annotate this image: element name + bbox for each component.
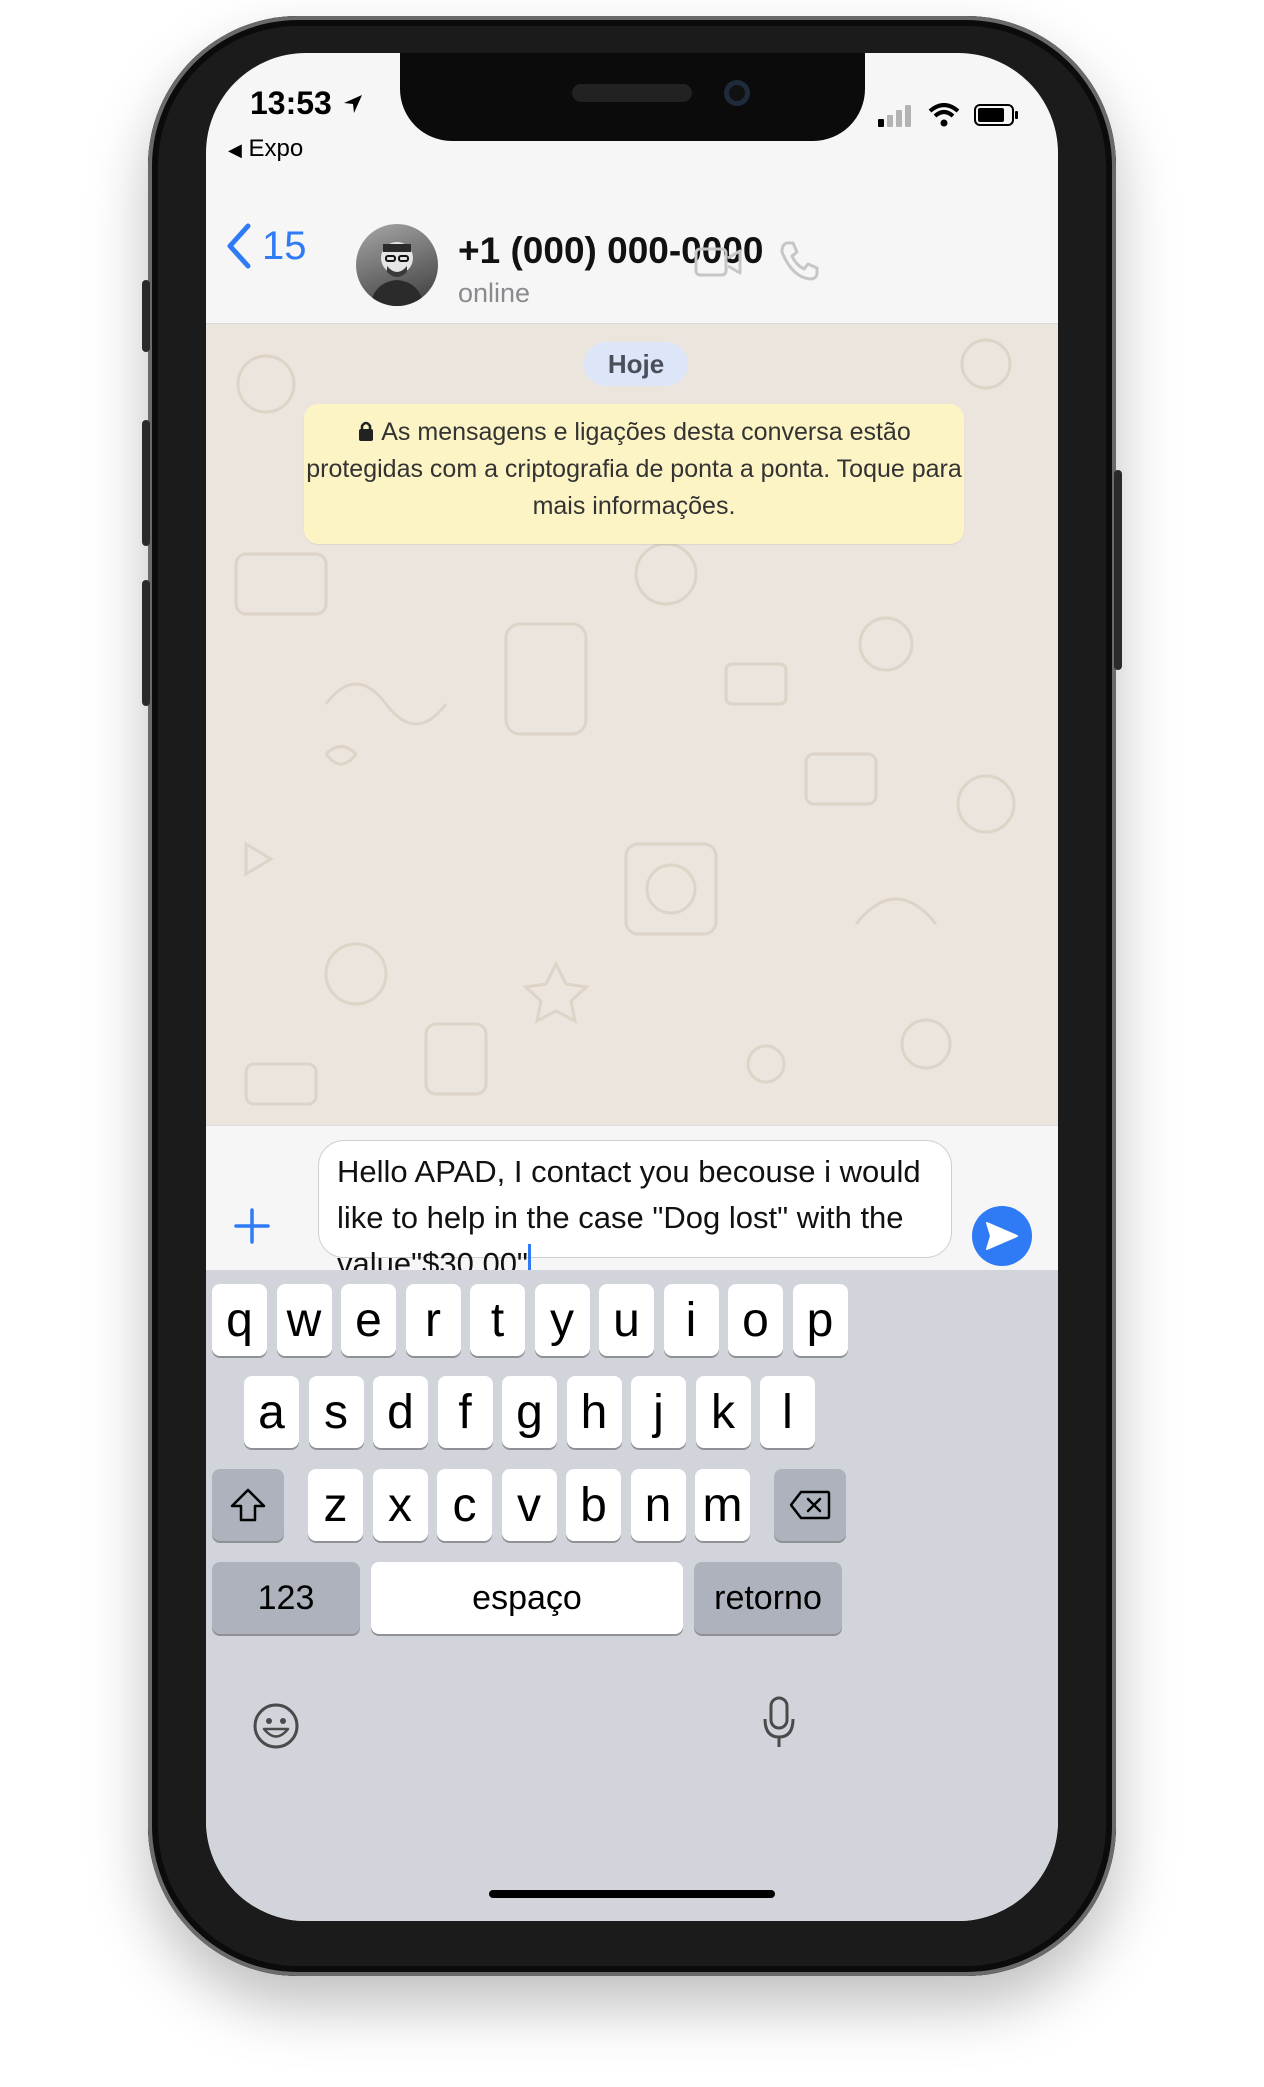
space-key[interactable]: espaço: [371, 1562, 683, 1634]
wifi-icon: [928, 103, 960, 127]
avatar-person-icon: [370, 242, 424, 306]
message-input[interactable]: Hello APAD, I contact you becouse i woul…: [318, 1140, 952, 1281]
volume-down-button: [142, 580, 150, 706]
key-j[interactable]: j: [631, 1376, 686, 1448]
plus-icon[interactable]: [234, 1208, 270, 1244]
composer-bar: Hello APAD, I contact you becouse i woul…: [206, 1125, 1058, 1281]
status-time: 13:53: [250, 85, 365, 122]
silent-switch: [142, 280, 150, 352]
contact-avatar[interactable]: [356, 224, 438, 306]
key-i[interactable]: i: [663, 1284, 719, 1356]
key-c[interactable]: c: [437, 1469, 492, 1541]
key-g[interactable]: g: [502, 1376, 557, 1448]
send-button[interactable]: [972, 1206, 1032, 1266]
key-n[interactable]: n: [630, 1469, 686, 1541]
location-arrow-icon: [343, 95, 362, 113]
key-a[interactable]: a: [244, 1376, 299, 1448]
back-button[interactable]: 15: [224, 222, 307, 270]
earpiece-speaker: [572, 84, 692, 102]
key-o[interactable]: o: [728, 1284, 783, 1356]
microphone-icon[interactable]: [761, 1695, 797, 1751]
encryption-notice[interactable]: As mensagens e ligações desta conversa e…: [304, 404, 964, 544]
volume-up-button: [142, 420, 150, 546]
date-pill: Hoje: [584, 342, 688, 386]
shift-key[interactable]: [212, 1469, 284, 1541]
shift-arrow-icon: [230, 1488, 266, 1522]
chat-header: 15 +1 (000) 000-0000 online: [206, 178, 1058, 324]
chat-area[interactable]: Hoje As mensagens e ligações desta conve…: [206, 324, 1058, 1125]
phone-call-icon[interactable]: [778, 240, 820, 282]
encryption-notice-text: As mensagens e ligações desta conversa e…: [306, 418, 962, 520]
key-m[interactable]: m: [695, 1469, 750, 1541]
cellular-signal-icon: [878, 105, 911, 127]
key-r[interactable]: r: [405, 1284, 461, 1356]
key-u[interactable]: u: [599, 1284, 654, 1356]
numbers-key[interactable]: 123: [212, 1562, 360, 1634]
backspace-key[interactable]: [774, 1469, 846, 1541]
key-z[interactable]: z: [308, 1469, 363, 1541]
backspace-icon: [789, 1490, 831, 1520]
key-t[interactable]: t: [470, 1284, 525, 1356]
phone-screen: 13:53 ◀ Expo 15 +1 (000) 000-0000 online…: [206, 53, 1058, 1921]
video-call-icon[interactable]: [694, 246, 742, 278]
key-y[interactable]: y: [534, 1284, 590, 1356]
unread-count: 15: [262, 223, 307, 268]
key-v[interactable]: v: [501, 1469, 557, 1541]
key-l[interactable]: l: [760, 1376, 815, 1448]
emoji-icon[interactable]: [252, 1702, 300, 1750]
contact-status: online: [458, 278, 531, 308]
key-d[interactable]: d: [373, 1376, 428, 1448]
key-x[interactable]: x: [372, 1469, 428, 1541]
key-s[interactable]: s: [308, 1376, 364, 1448]
status-back-to-app[interactable]: ◀ Expo: [228, 135, 303, 163]
message-input-text: Hello APAD, I contact you becouse i woul…: [337, 1154, 921, 1281]
front-camera: [724, 80, 750, 106]
key-w[interactable]: w: [276, 1284, 332, 1356]
key-p[interactable]: p: [792, 1284, 848, 1356]
key-q[interactable]: q: [212, 1284, 267, 1356]
key-b[interactable]: b: [566, 1469, 621, 1541]
send-arrow-icon: [986, 1222, 1018, 1250]
key-k[interactable]: k: [695, 1376, 751, 1448]
lock-icon: [359, 421, 374, 441]
power-button: [1114, 470, 1122, 670]
key-f[interactable]: f: [437, 1376, 493, 1448]
chevron-left-icon: [227, 223, 251, 269]
home-indicator[interactable]: [489, 1890, 775, 1898]
status-icons: [878, 103, 1020, 127]
return-key[interactable]: retorno: [694, 1562, 842, 1634]
battery-icon: [974, 104, 1018, 126]
keyboard: qwertyuiop asdfghjkl zxcvbnm 123 espaço …: [206, 1270, 1058, 1921]
key-h[interactable]: h: [566, 1376, 622, 1448]
back-triangle-icon: ◀: [228, 140, 242, 160]
key-e[interactable]: e: [341, 1284, 396, 1356]
